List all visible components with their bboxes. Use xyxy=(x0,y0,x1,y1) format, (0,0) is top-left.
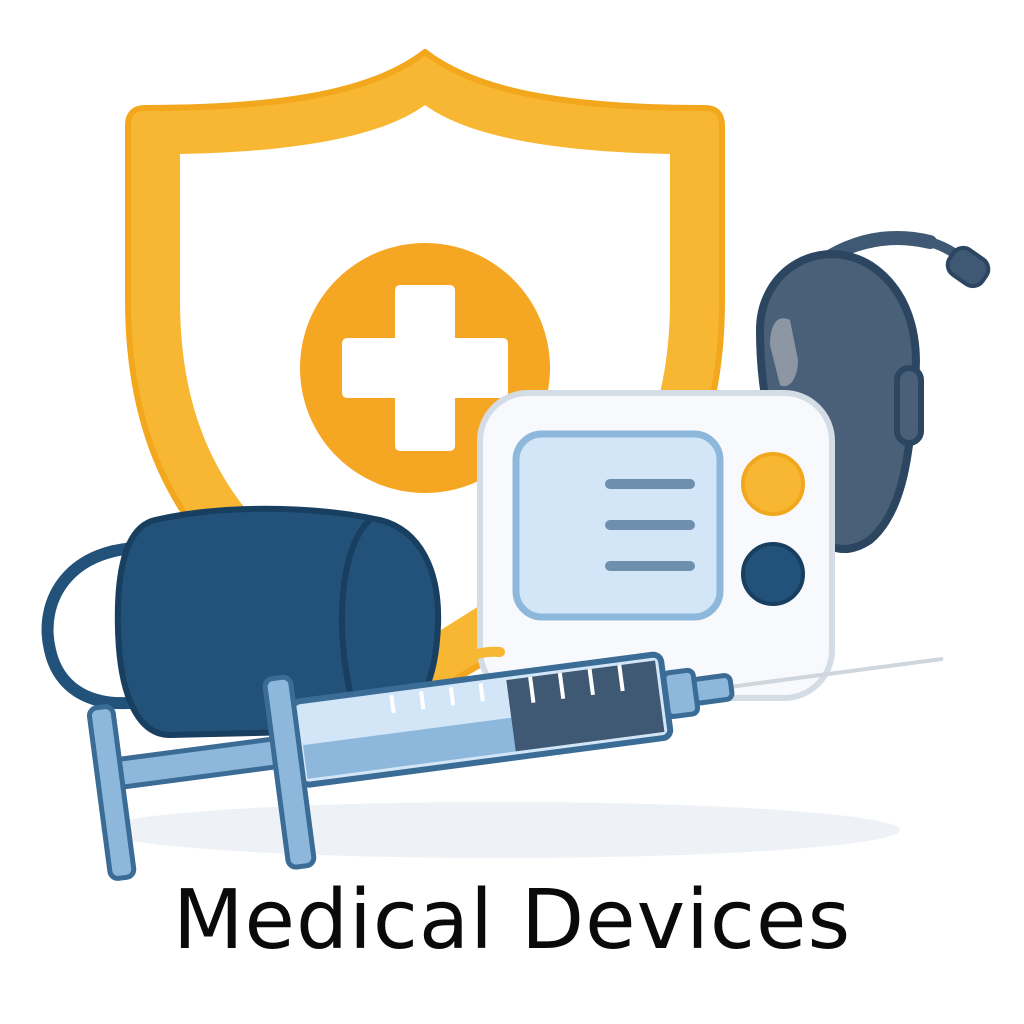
monitor-button-navy xyxy=(741,542,805,606)
monitor-button-yellow xyxy=(741,452,805,516)
caption-title: Medical Devices xyxy=(172,873,852,968)
medical-devices-illustration xyxy=(0,0,1024,1024)
syringe-plunger-head xyxy=(86,704,137,881)
ground-shadow xyxy=(100,802,900,858)
